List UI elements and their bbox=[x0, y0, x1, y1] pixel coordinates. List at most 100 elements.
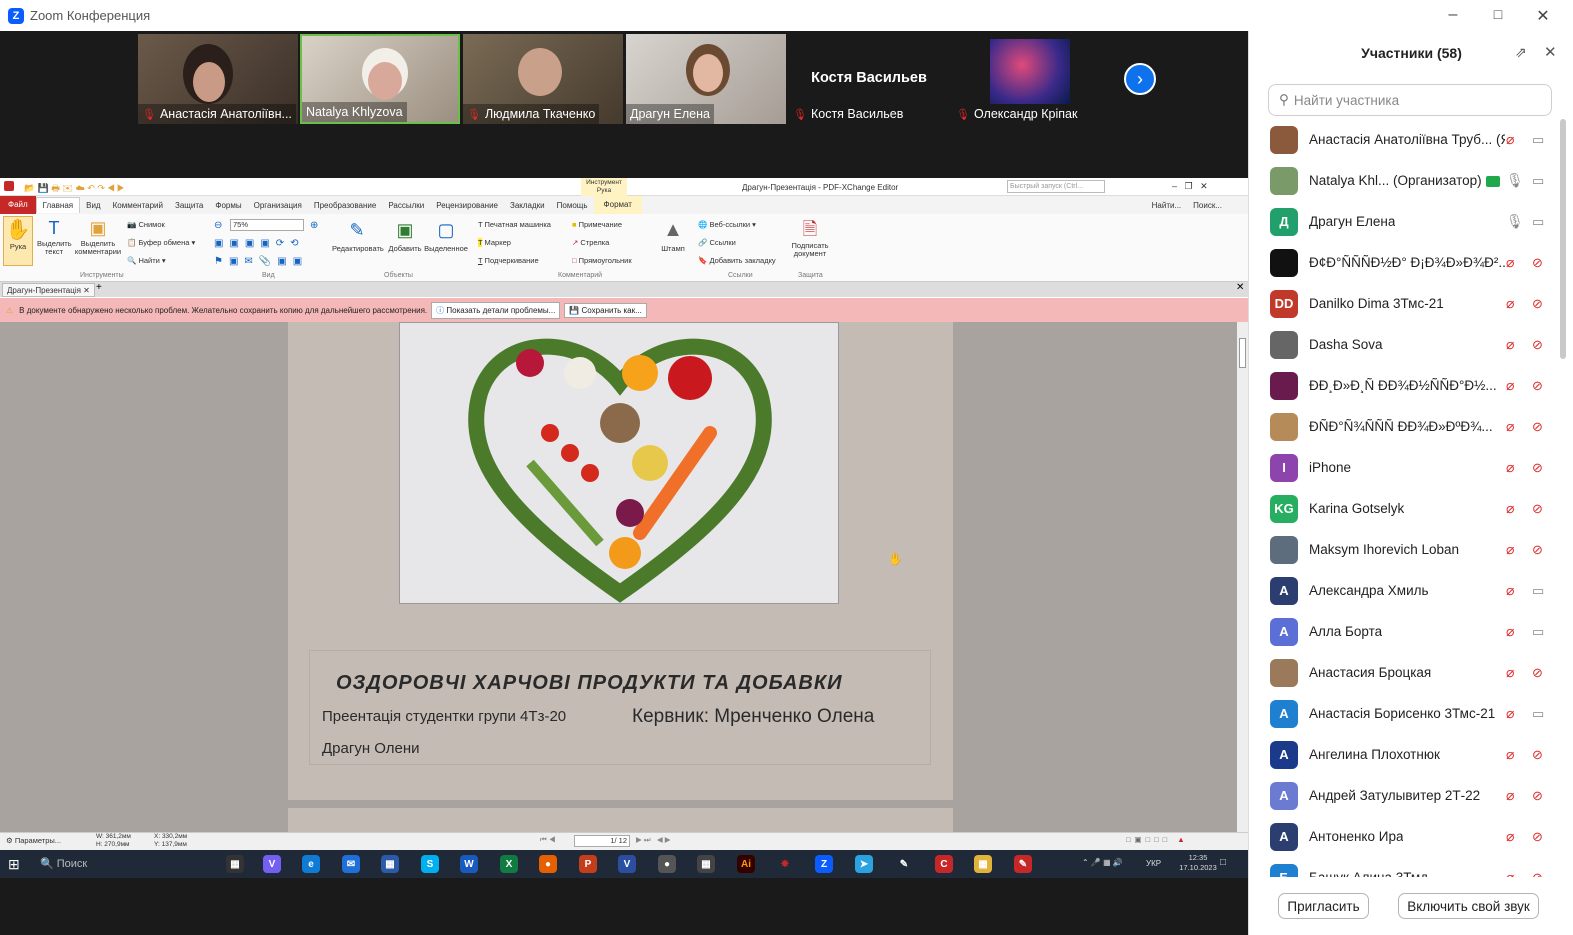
snapshot-button[interactable]: 📷 Снимок bbox=[127, 220, 165, 229]
video-tile[interactable]: 🎙︎ Людмила Ткаченко bbox=[463, 34, 623, 124]
word-icon[interactable]: W bbox=[460, 855, 478, 873]
participant-row[interactable]: Maksym Ihorevich Loban ⌀ ⊘ bbox=[1249, 529, 1567, 570]
menu-help[interactable]: Помощь bbox=[551, 201, 594, 210]
menu-file[interactable]: Файл bbox=[0, 196, 36, 214]
select-comments-button[interactable]: ▣ Выделить комментарии bbox=[73, 216, 123, 256]
unmute-self-button[interactable]: Включить свой звук bbox=[1398, 893, 1539, 919]
excel-icon[interactable]: X bbox=[500, 855, 518, 873]
invite-button[interactable]: Пригласить bbox=[1278, 893, 1369, 919]
taskbar-search[interactable]: 🔍 Поиск bbox=[34, 853, 224, 875]
next-last-page-icons[interactable]: ▶ ⏭ ◀ ▶ bbox=[636, 835, 670, 845]
skype-icon[interactable]: S bbox=[421, 855, 439, 873]
participant-row[interactable]: IiPhone ⌀ ⊘ bbox=[1249, 447, 1567, 488]
clock[interactable]: 12:35 17.10.2023 bbox=[1176, 853, 1220, 873]
participant-search-input[interactable]: ⚲ Найти участника bbox=[1268, 84, 1552, 116]
menu-format[interactable]: Формат bbox=[593, 196, 642, 214]
powerpoint-icon[interactable]: P bbox=[579, 855, 597, 873]
menu-comment[interactable]: Комментарий bbox=[107, 201, 169, 210]
maximize-icon[interactable]: □ bbox=[1488, 6, 1508, 22]
participant-row[interactable]: DD Danilko Dima 3Тмс-21 ⌀ ⊘ bbox=[1249, 283, 1567, 324]
find-button[interactable]: Найти... bbox=[1146, 201, 1188, 210]
zoom-in-icon[interactable]: ⊕ bbox=[310, 220, 318, 231]
document-tab[interactable]: Драгун-Презентація ✕ bbox=[2, 283, 95, 297]
close-doc-icon[interactable]: ✕ bbox=[1236, 282, 1244, 293]
video-tile-no-video[interactable]: Костя Васильев 🎙︎ Костя Васильев bbox=[789, 34, 949, 124]
select-text-button[interactable]: T Выделить текст bbox=[37, 216, 72, 256]
illustrator-icon[interactable]: Ai bbox=[737, 855, 755, 873]
menu-home[interactable]: Главная bbox=[35, 197, 81, 213]
participant-row[interactable]: Б Башук Алина 3Тмд ⌀ ⊘ bbox=[1249, 857, 1567, 877]
next-page-button[interactable]: › bbox=[1124, 63, 1156, 95]
selected-button[interactable]: ▢ Выделенное bbox=[424, 216, 468, 253]
participant-row[interactable]: Natalya Khl... (Организатор) 🎙︎ ▭ bbox=[1249, 160, 1567, 201]
clipboard-button[interactable]: 📋 Буфер обмена ▾ bbox=[127, 238, 195, 247]
pdf-window-controls[interactable]: – ❐ ✕ bbox=[1172, 181, 1208, 192]
menu-view[interactable]: Вид bbox=[80, 201, 106, 210]
scroll-thumb[interactable] bbox=[1239, 338, 1246, 368]
arrow-button[interactable]: ↗ Стрелка bbox=[572, 238, 609, 247]
first-prev-page-icons[interactable]: ⏮ ◀ bbox=[540, 835, 556, 845]
menu-review[interactable]: Рецензирование bbox=[430, 201, 504, 210]
viber-icon[interactable]: V bbox=[263, 855, 281, 873]
edit-button[interactable]: ✎ Редактировать bbox=[332, 216, 384, 253]
bug-icon[interactable]: ✸ bbox=[776, 855, 794, 873]
page-number-input[interactable]: 1/ 12 bbox=[574, 835, 630, 847]
web-links-button[interactable]: 🌐 Веб-ссылки ▾ bbox=[698, 220, 756, 229]
menu-bookmarks[interactable]: Закладки bbox=[504, 201, 551, 210]
scanner-icon[interactable]: ✎ bbox=[895, 855, 913, 873]
menu-mailings[interactable]: Рассылки bbox=[382, 201, 430, 210]
task-view-icon[interactable]: ▦ bbox=[226, 855, 244, 873]
participant-row[interactable]: A Анастасія Борисенко 3Тмс-21 ⌀ ▭ bbox=[1249, 693, 1567, 734]
mail-icon[interactable]: ✉ bbox=[342, 855, 360, 873]
note-button[interactable]: ■ Примечание bbox=[572, 220, 622, 229]
clapper-icon[interactable]: ▦ bbox=[697, 855, 715, 873]
participant-row[interactable]: Анастасия Броцкая ⌀ ⊘ bbox=[1249, 652, 1567, 693]
video-tile[interactable]: 🎙︎ Олександр Кріпак bbox=[952, 34, 1112, 124]
calendar-icon[interactable]: ▦ bbox=[381, 855, 399, 873]
participant-row[interactable]: A Александра Хмиль ⌀ ▭ bbox=[1249, 570, 1567, 611]
new-tab-icon[interactable]: + bbox=[96, 282, 102, 293]
typewriter-button[interactable]: T Печатная машинка bbox=[478, 220, 551, 229]
participant-row[interactable]: Анастасія Анатоліївна Труб... (Я) ⌀ ▭ bbox=[1249, 119, 1567, 160]
popout-icon[interactable]: ⇗ bbox=[1515, 44, 1527, 61]
doc-vertical-scrollbar[interactable] bbox=[1237, 322, 1248, 832]
participant-list-scrollbar[interactable] bbox=[1560, 119, 1566, 359]
sign-document-button[interactable]: 🗎 Подписать документ bbox=[790, 216, 830, 258]
participant-row[interactable]: ÐÑÐ°Ñ¾ÑÑÑ ÐÐ¾Ð»ÐºÐ¾... ⌀ ⊘ bbox=[1249, 406, 1567, 447]
minimize-icon[interactable]: – bbox=[1443, 6, 1463, 24]
search-button[interactable]: Поиск... bbox=[1187, 201, 1228, 210]
participant-row[interactable]: A Антоненко Ира ⌀ ⊘ bbox=[1249, 816, 1567, 857]
participant-row[interactable]: KG Karina Gotselyk ⌀ ⊘ bbox=[1249, 488, 1567, 529]
participant-row[interactable]: A Андрей Затулывитер 2Т-22 ⌀ ⊘ bbox=[1249, 775, 1567, 816]
participant-row[interactable]: Dasha Sova ⌀ ⊘ bbox=[1249, 324, 1567, 365]
close-panel-icon[interactable]: ✕ bbox=[1544, 43, 1557, 61]
windows-start-icon[interactable]: ⊞ bbox=[8, 856, 20, 873]
menu-forms[interactable]: Формы bbox=[209, 201, 247, 210]
video-tile-active-speaker[interactable]: Natalya Khlyzova bbox=[300, 34, 460, 124]
document-view[interactable]: ОЗДОРОВЧІ ХАРЧОВІ ПРОДУКТИ ТА ДОБАВКИ Пр… bbox=[0, 322, 1248, 832]
close-icon[interactable]: ✕ bbox=[1533, 6, 1553, 26]
quick-launch-input[interactable]: Быстрый запуск (Ctrl... bbox=[1007, 180, 1105, 193]
stamp-button[interactable]: ▲ Штамп bbox=[658, 216, 688, 253]
telegram-icon[interactable]: ➤ bbox=[855, 855, 873, 873]
underline-button[interactable]: T Подчеркивание bbox=[478, 256, 539, 265]
tray-icons[interactable]: ⌃ 🎤 ▦ 🔊 bbox=[1082, 858, 1123, 867]
show-details-button[interactable]: ⓘ Показать детали проблемы... bbox=[431, 301, 561, 319]
view-tools-icons-2[interactable]: ⚑▣✉📎▣▣ bbox=[214, 256, 308, 267]
participant-row[interactable]: Ð¢Ð°ÑÑÑÐ½Ð° Ð¡Ð¾Ð»Ð¾Ð²... ⌀ ⊘ bbox=[1249, 242, 1567, 283]
participant-row[interactable]: A Ангелина Плохотнюк ⌀ ⊘ bbox=[1249, 734, 1567, 775]
notification-icon[interactable]: □ bbox=[1220, 857, 1226, 868]
ribbon-find-button[interactable]: 🔍 Найти ▾ bbox=[127, 256, 166, 265]
marker-button[interactable]: T Маркер bbox=[478, 238, 511, 247]
c-app-icon[interactable]: C bbox=[935, 855, 953, 873]
params-button[interactable]: ⚙ Параметры... bbox=[6, 836, 61, 845]
rectangle-button[interactable]: □ Прямоугольник bbox=[572, 256, 632, 265]
zoom-level-select[interactable]: 75% bbox=[230, 219, 304, 231]
links-button[interactable]: 🔗 Ссылки bbox=[698, 238, 736, 247]
lang-indicator[interactable]: УКР bbox=[1146, 859, 1161, 868]
pdf-xchange-taskbar-icon[interactable]: ✎ bbox=[1014, 855, 1032, 873]
participant-row[interactable]: A Алла Борта ⌀ ▭ bbox=[1249, 611, 1567, 652]
add-bookmark-button[interactable]: 🔖 Добавить закладку bbox=[698, 256, 776, 265]
menu-convert[interactable]: Преобразование bbox=[308, 201, 382, 210]
view-tools-icons[interactable]: ▣▣▣▣⟳⟲ bbox=[214, 238, 305, 249]
